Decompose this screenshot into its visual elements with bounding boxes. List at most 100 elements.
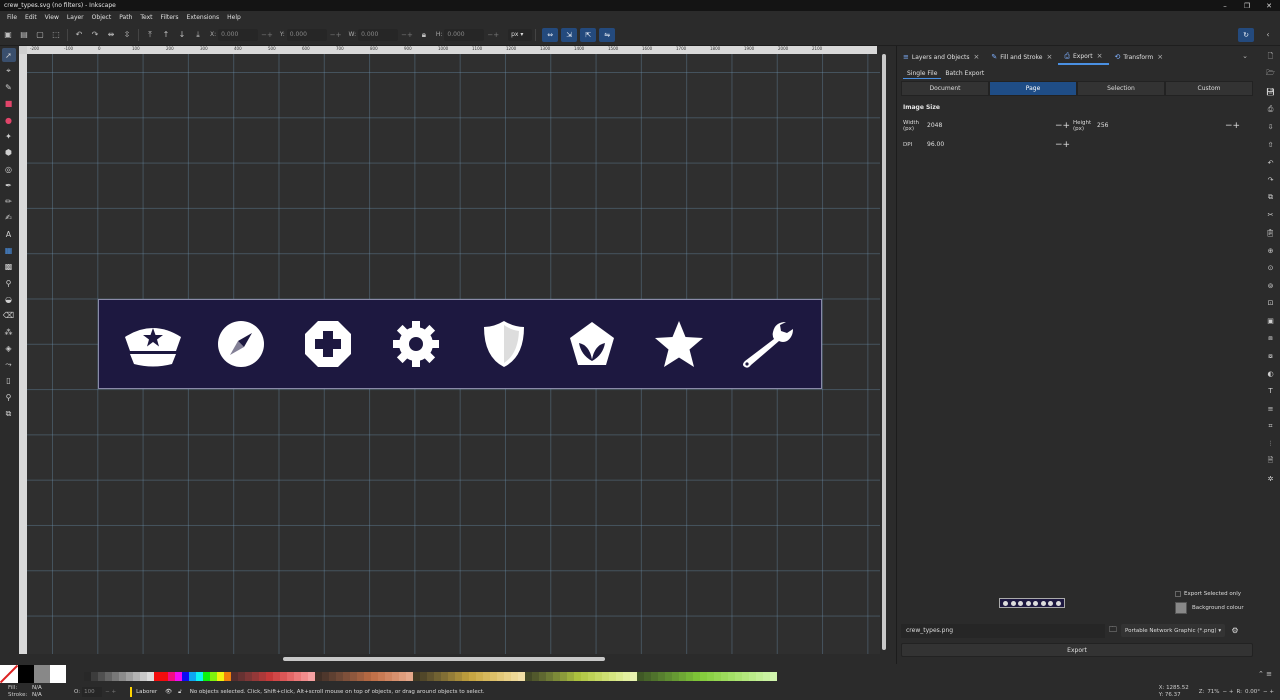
palette-swatch[interactable] (133, 672, 140, 681)
palette-swatch[interactable] (665, 672, 672, 681)
raise-icon[interactable]: ↑ (158, 27, 174, 43)
export-icon[interactable]: ⇧ (1264, 138, 1278, 152)
palette-swatch[interactable] (350, 672, 357, 681)
preferences-icon[interactable]: ✲ (1264, 472, 1278, 486)
palette-swatch[interactable] (301, 672, 308, 681)
menu-path[interactable]: Path (115, 14, 136, 21)
lower-bottom-icon[interactable]: ⤓ (190, 27, 206, 43)
opacity-field[interactable]: 100 (82, 687, 103, 697)
pages-tool-icon[interactable]: ▯ (2, 374, 16, 388)
paste-icon[interactable]: 📋︎ (1264, 226, 1278, 240)
palette-swatch[interactable] (504, 672, 511, 681)
height-field[interactable]: 256 (1095, 120, 1225, 132)
palette-swatch[interactable] (238, 672, 245, 681)
palette-swatch[interactable] (420, 672, 427, 681)
palette-swatch[interactable] (287, 672, 294, 681)
fill-stroke-icon[interactable]: ◐ (1264, 367, 1278, 381)
palette-swatch[interactable] (378, 672, 385, 681)
flip-v-icon[interactable]: ⇳ (119, 27, 135, 43)
palette-swatch[interactable] (217, 672, 224, 681)
menu-help[interactable]: Help (223, 14, 245, 21)
palette-swatch[interactable] (497, 672, 504, 681)
connector-tool-icon[interactable]: ⤳ (2, 358, 16, 372)
spray-tool-icon[interactable]: ⁂ (2, 325, 16, 339)
tab-fill-stroke[interactable]: ✎ Fill and Stroke × (985, 49, 1058, 65)
compass-icon[interactable] (210, 313, 272, 375)
gear-icon[interactable]: ⚙ (1225, 626, 1245, 635)
palette-swatch[interactable] (630, 672, 637, 681)
undo-icon[interactable]: ↶ (1264, 156, 1278, 170)
palette-swatch[interactable] (609, 672, 616, 681)
scale-stroke-icon[interactable]: ⇔ (542, 27, 559, 42)
text-font-icon[interactable]: T (1264, 384, 1278, 398)
star-icon[interactable] (648, 313, 710, 375)
palette-swatch[interactable] (469, 672, 476, 681)
xml-editor-icon[interactable]: ⌗ (1264, 419, 1278, 433)
filetype-select[interactable]: Portable Network Graphic (*.png) ▾ (1121, 624, 1225, 637)
palette-swatch[interactable] (245, 672, 252, 681)
palette-swatch[interactable] (252, 672, 259, 681)
palette-swatch[interactable] (161, 672, 168, 681)
menu-edit[interactable]: Edit (21, 14, 41, 21)
open-icon[interactable]: 🗁 (1264, 68, 1278, 82)
mesh-tool-icon[interactable]: ▩ (2, 260, 16, 274)
palette-swatch[interactable] (532, 672, 539, 681)
palette-swatch[interactable] (721, 672, 728, 681)
shield-icon[interactable] (473, 313, 535, 375)
node-tool-icon[interactable]: ⌖ (2, 64, 16, 78)
palette-swatch[interactable] (742, 672, 749, 681)
move-patterns-icon[interactable]: ⇋ (599, 27, 616, 42)
cut-icon[interactable]: ✂ (1264, 208, 1278, 222)
palette-swatch[interactable] (567, 672, 574, 681)
menu-object[interactable]: Object (88, 14, 116, 21)
palette-swatch[interactable] (189, 672, 196, 681)
palette-swatch[interactable] (700, 672, 707, 681)
flip-h-icon[interactable]: ⇹ (103, 27, 119, 43)
tab-layers-objects[interactable]: ≡ Layers and Objects × (897, 49, 985, 65)
area-custom-button[interactable]: Custom (1165, 81, 1253, 96)
palette-swatch[interactable] (616, 672, 623, 681)
palette-swatch[interactable] (707, 672, 714, 681)
tab-transform[interactable]: ⟲ Transform × (1109, 49, 1170, 65)
menu-extensions[interactable]: Extensions (183, 14, 224, 21)
export-selected-only-checkbox[interactable] (1175, 591, 1181, 597)
palette-swatch[interactable] (763, 672, 770, 681)
document-properties-icon[interactable]: 🗎 (1264, 455, 1278, 469)
palette-swatch[interactable] (476, 672, 483, 681)
menu-layer[interactable]: Layer (63, 14, 88, 21)
layers-icon[interactable]: ≡ (1264, 402, 1278, 416)
w-stepper[interactable]: −+ (401, 31, 413, 39)
dropper-tool-icon[interactable]: ⚲ (2, 276, 16, 290)
3dbox-tool-icon[interactable]: ⬢ (2, 146, 16, 160)
palette-swatch[interactable] (196, 672, 203, 681)
chevron-down-icon[interactable]: ⌄ (1242, 52, 1248, 60)
palette-swatch[interactable] (728, 672, 735, 681)
palette-swatch[interactable] (203, 672, 210, 681)
palette-swatch[interactable] (140, 672, 147, 681)
calligraphy-tool-icon[interactable]: ✍ (2, 211, 16, 225)
rotate-ccw-icon[interactable]: ↶ (71, 27, 87, 43)
palette-swatch[interactable] (168, 672, 175, 681)
scale-corners-icon[interactable]: ⇲ (561, 27, 578, 42)
palette-swatch[interactable] (154, 672, 161, 681)
area-document-button[interactable]: Document (901, 81, 989, 96)
x-stepper[interactable]: −+ (261, 31, 273, 39)
dpi-stepper[interactable]: −+ (1055, 140, 1073, 150)
palette-swatch[interactable] (511, 672, 518, 681)
lower-icon[interactable]: ↓ (174, 27, 190, 43)
close-icon[interactable]: × (974, 53, 980, 61)
menu-file[interactable]: File (3, 14, 21, 21)
palette-swatch[interactable] (84, 672, 91, 681)
palette-swatch[interactable] (490, 672, 497, 681)
save-icon[interactable]: 💾︎ (1264, 85, 1278, 99)
palette-swatch[interactable] (266, 672, 273, 681)
shape-builder-icon[interactable]: ◈ (2, 341, 16, 355)
measure-tool-icon[interactable]: ⧉ (2, 407, 16, 421)
zoom-width-icon[interactable]: ⊡ (1264, 296, 1278, 310)
width-field[interactable]: 2048 (925, 120, 1055, 132)
maximize-icon[interactable]: ❐ (1236, 0, 1258, 11)
palette-swatch[interactable] (637, 672, 644, 681)
star-tool-icon[interactable]: ✦ (2, 129, 16, 143)
palette-swatch[interactable] (413, 672, 420, 681)
y-field[interactable]: 0.000 (286, 28, 327, 41)
